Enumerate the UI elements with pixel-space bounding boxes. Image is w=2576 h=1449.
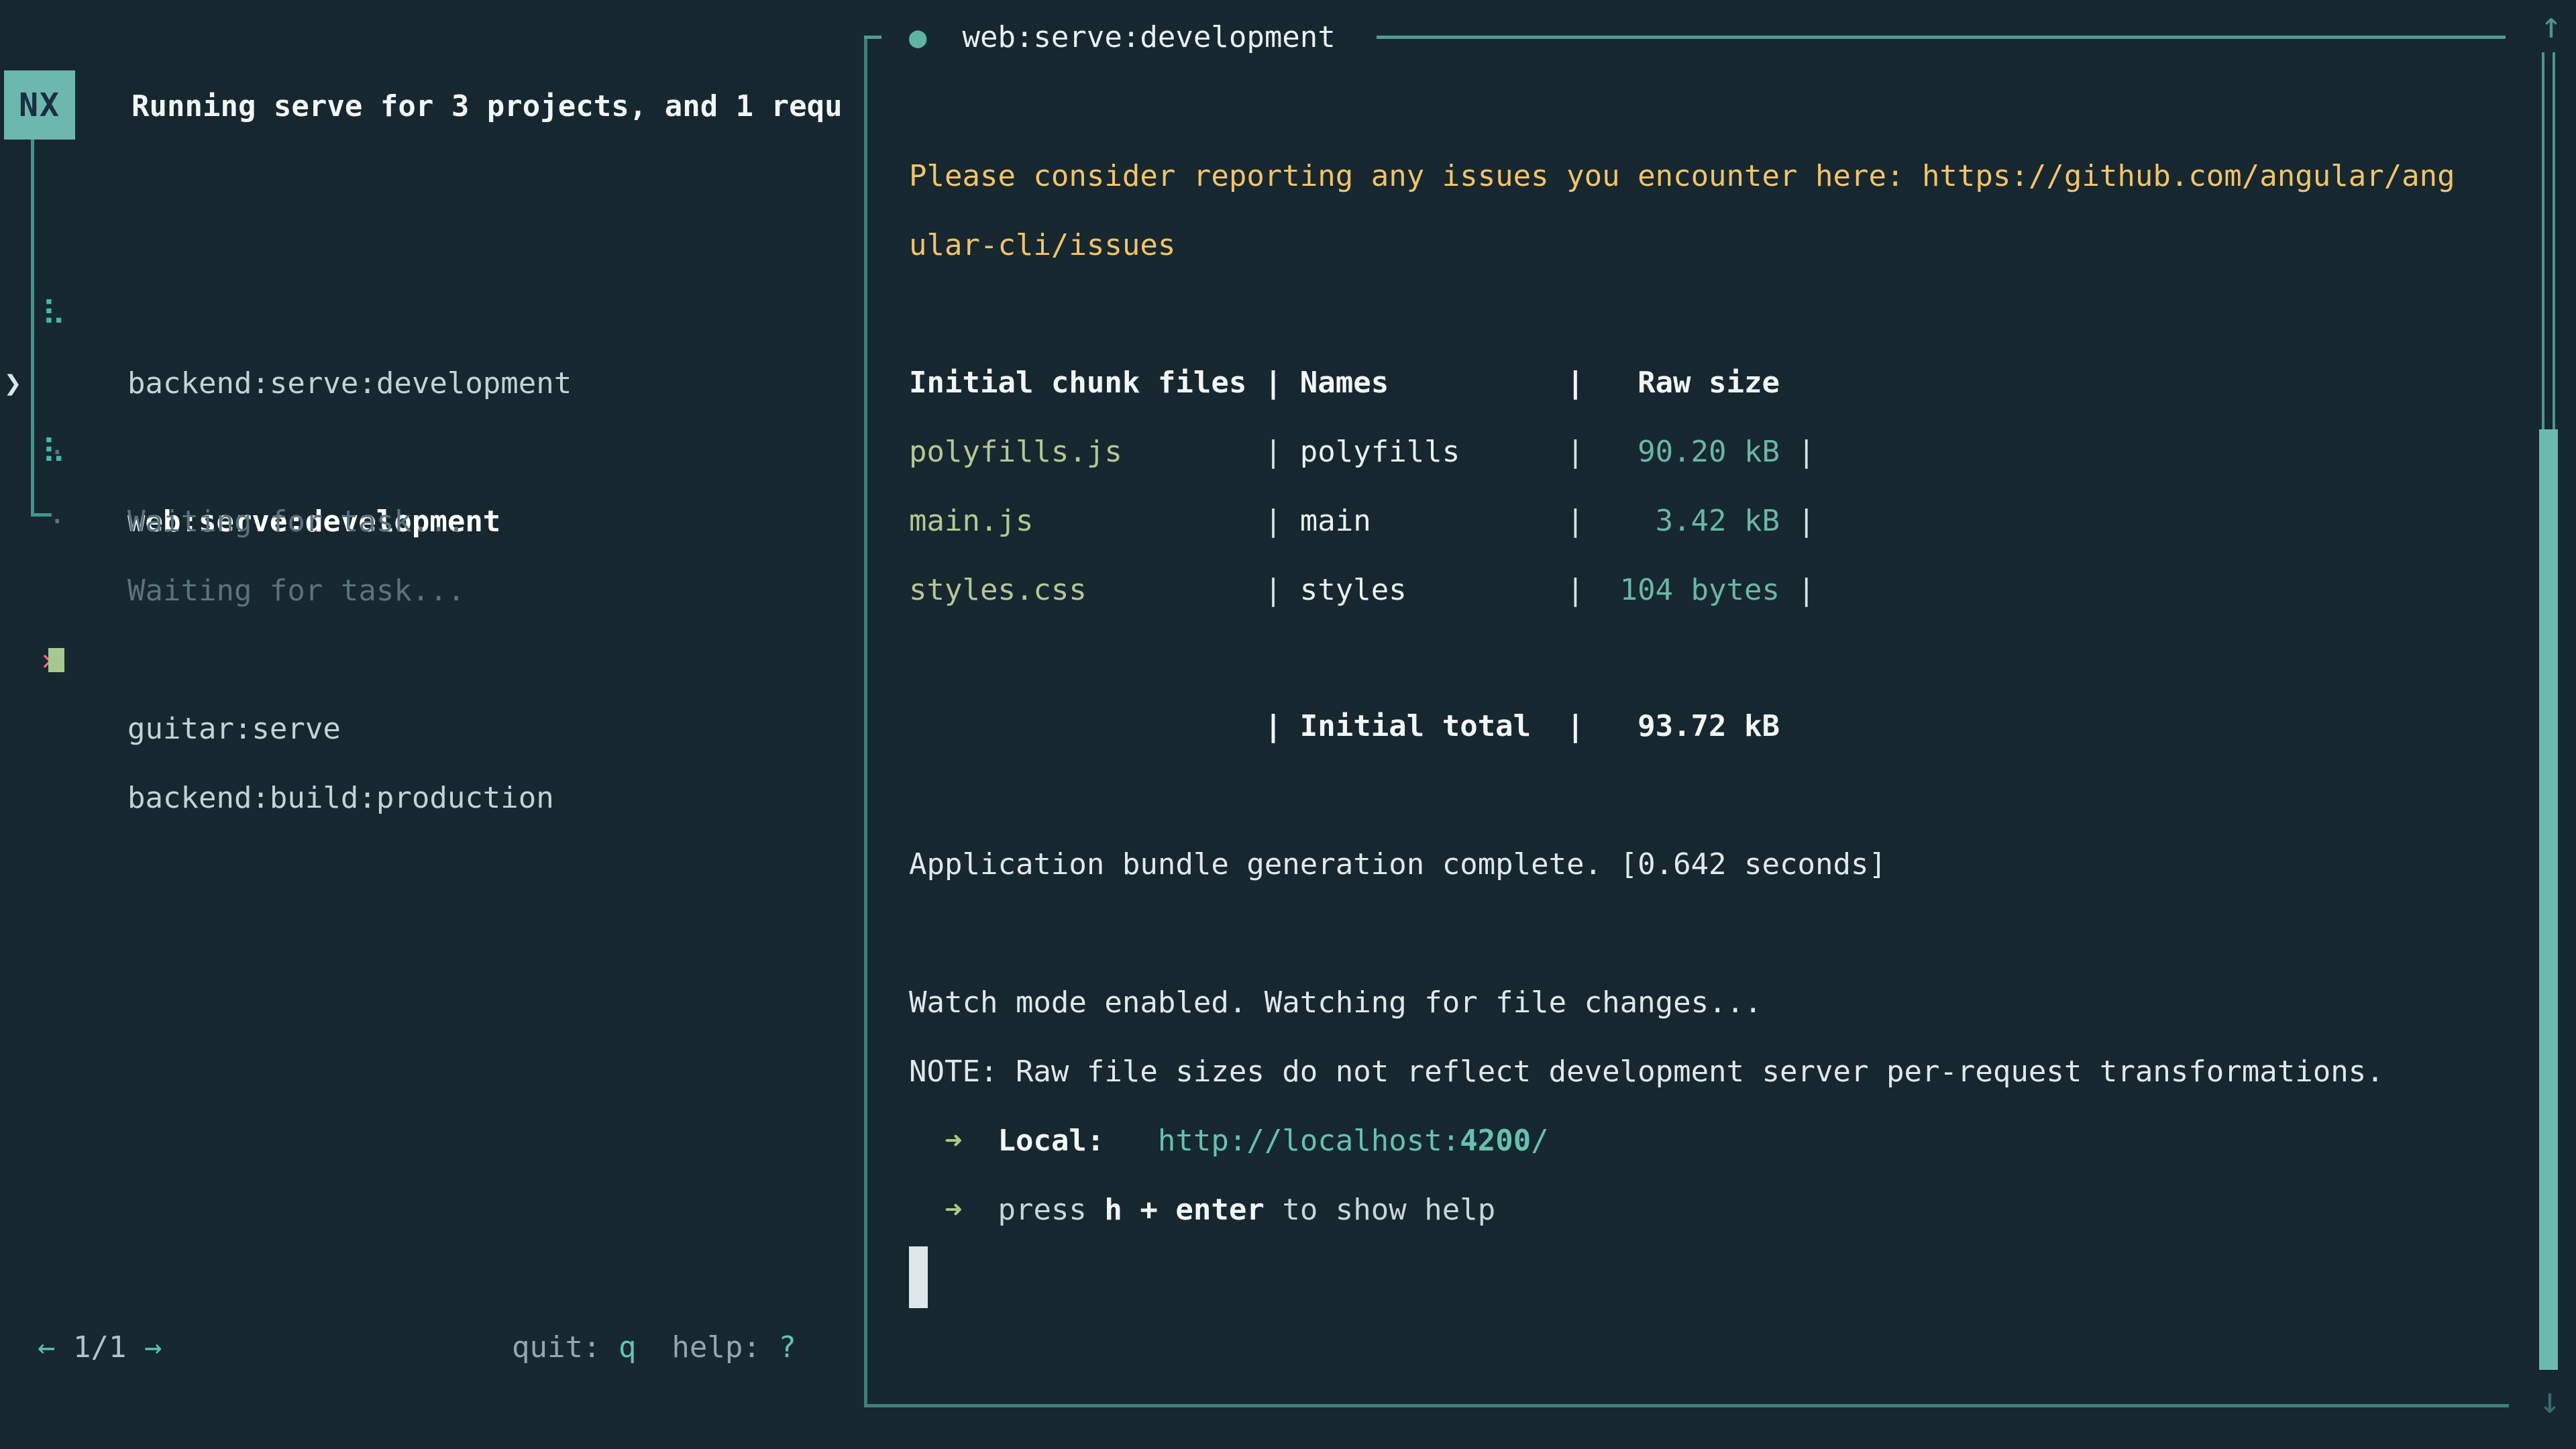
col-header-names: Names (1300, 348, 1566, 417)
task-label: guitar:serve (127, 694, 341, 763)
help-suffix: to show help (1265, 1193, 1495, 1227)
sidebar-item-waiting-2[interactable]: · Waiting for task... (0, 418, 864, 487)
scroll-down-icon[interactable]: ↓ (2533, 1381, 2567, 1421)
nx-logo: NX (4, 70, 75, 140)
page-left-icon[interactable]: ← (38, 1330, 56, 1364)
table-row: polyfills.js| polyfills| 90.20 kB | (909, 417, 1815, 486)
total-label: Initial total (1300, 692, 1566, 761)
angular-notice-line2: ular-cli/issues (909, 211, 1175, 280)
col-header-size: Raw size (1602, 348, 1780, 417)
help-prefix: press (998, 1193, 1104, 1227)
task-label: Waiting for task... (127, 487, 465, 556)
help-keys: h + enter (1104, 1193, 1264, 1227)
panel-top-border-left (864, 36, 881, 39)
chunk-file: polyfills.js (909, 417, 1265, 486)
help-hint-label: help: (636, 1330, 778, 1364)
task-success-icon (48, 648, 64, 672)
help-key: ? (778, 1330, 796, 1364)
chunk-size: 90.20 kB (1602, 417, 1780, 486)
panel-title[interactable]: ● web:serve:development (909, 3, 1336, 72)
bundle-complete-message: Application bundle generation complete. … (909, 830, 1886, 899)
prompt-arrow-icon: ➜ (945, 1124, 963, 1158)
page-indicator: 1/1 (73, 1330, 126, 1364)
sidebar-item-web-serve[interactable]: ❯ ⠧ web:serve:development (0, 280, 864, 349)
chunk-size: 3.42 kB (1602, 486, 1780, 555)
quit-key: q (619, 1330, 637, 1364)
prompt-arrow-icon: ➜ (945, 1193, 963, 1227)
initial-total-row: | Initial total| 93.72 kB (909, 692, 1780, 761)
chunk-file: styles.css (909, 555, 1265, 625)
total-size: 93.72 kB (1602, 692, 1780, 761)
task-label: backend:build:production (127, 763, 554, 833)
angular-notice-line1: Please consider reporting any issues you… (909, 142, 2455, 211)
task-status-dot-icon: ● (909, 20, 927, 54)
chunk-table-header: Initial chunk files| Names| Raw size (909, 348, 1780, 417)
scrollbar-thumb[interactable] (2539, 429, 2558, 1370)
sidebar-item-waiting-1[interactable]: · Waiting for task... (0, 349, 864, 418)
watch-mode-message: Watch mode enabled. Watching for file ch… (909, 968, 1762, 1037)
table-row: main.js| main| 3.42 kB | (909, 486, 1815, 555)
panel-title-text: web:serve:development (962, 20, 1335, 54)
sidebar-item-guitar-serve[interactable]: ✕ guitar:serve (0, 556, 864, 625)
chunk-file: main.js (909, 486, 1265, 555)
terminal-cursor (909, 1246, 928, 1308)
chunk-name: polyfills (1300, 417, 1566, 486)
panel-top-border-right (1377, 36, 2506, 39)
quit-hint-label: quit: (512, 1330, 619, 1364)
sidebar-item-backend-build[interactable]: backend:build:production (0, 625, 864, 694)
port-number: 4200 (1460, 1124, 1531, 1158)
chunk-size: 104 bytes (1602, 555, 1780, 625)
app-header-text: Running serve for 3 projects, and 1 requ (131, 72, 843, 141)
scroll-up-icon[interactable]: ↑ (2534, 5, 2568, 46)
sidebar-item-backend-serve[interactable]: ⠧ backend:serve:development (0, 211, 864, 280)
table-row: styles.css| styles| 104 bytes | (909, 555, 1815, 625)
localhost-link[interactable]: http://localhost:4200/ (1158, 1124, 1549, 1158)
local-server-line: ➜ Local: http://localhost:4200/ (909, 1106, 1549, 1175)
chunk-name: styles (1300, 555, 1566, 625)
local-label: Local: (998, 1124, 1104, 1158)
chunk-name: main (1300, 486, 1566, 555)
page-right-icon[interactable]: → (144, 1330, 162, 1364)
task-sidebar: NX Running serve for 3 projects, and 1 r… (0, 0, 864, 1449)
waiting-dot-icon: · (48, 487, 66, 556)
pagination: ← 1/1 → (38, 1313, 162, 1382)
scrollbar-track[interactable] (2542, 52, 2555, 429)
col-header-files: Initial chunk files (909, 348, 1265, 417)
raw-size-note: NOTE: Raw file sizes do not reflect deve… (909, 1037, 2384, 1106)
keyboard-hints: quit: q help: ? (512, 1313, 796, 1382)
help-hint-line: ➜ press h + enter to show help (909, 1175, 1495, 1244)
